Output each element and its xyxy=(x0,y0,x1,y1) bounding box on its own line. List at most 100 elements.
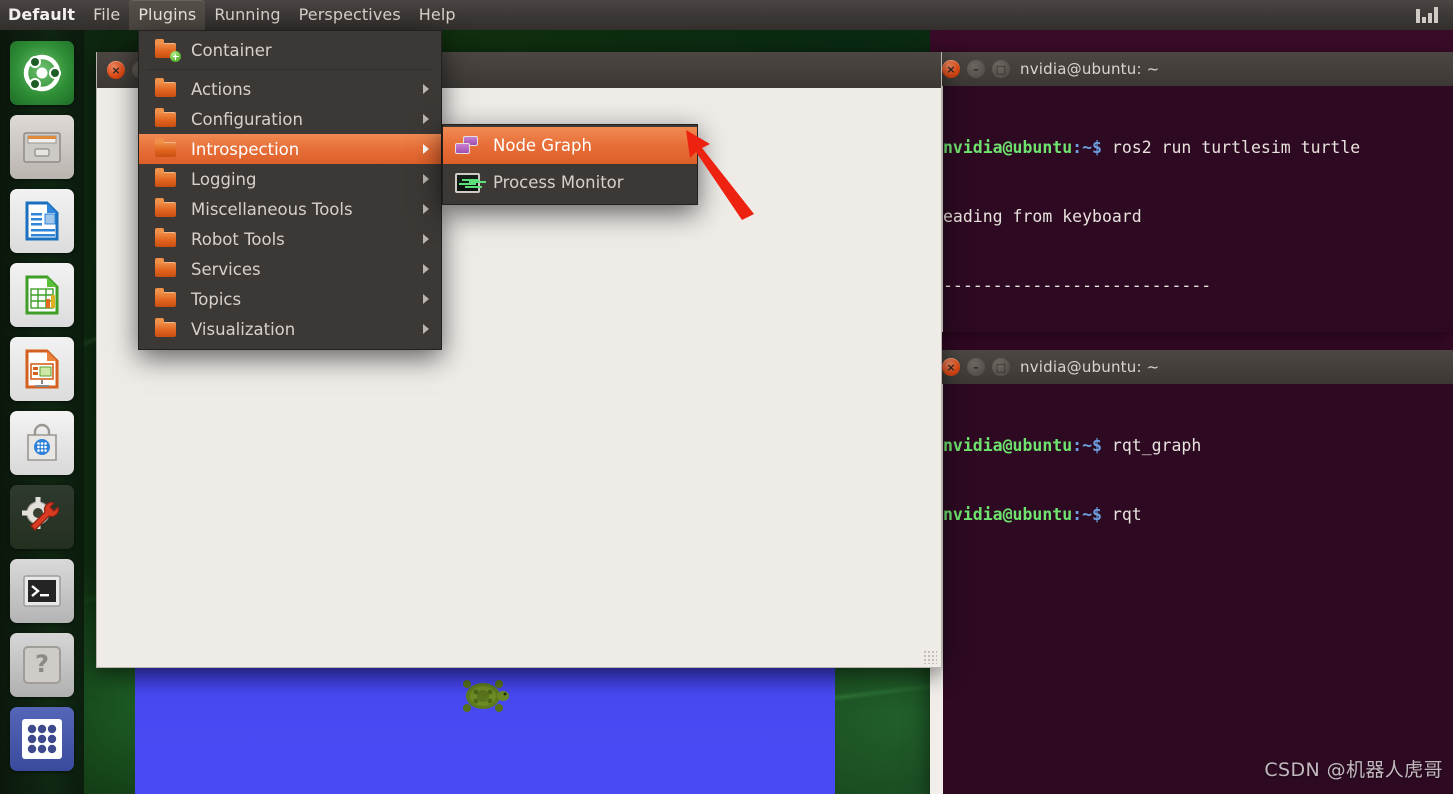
maximize-icon: □ xyxy=(995,62,1007,76)
menu-item-label: Introspection xyxy=(191,139,300,159)
terminal-window-2[interactable]: × – □ nvidia@ubuntu: ~ nvidia@ubuntu:~$ … xyxy=(930,350,1453,794)
menu-item-label: Robot Tools xyxy=(191,229,285,249)
grid-dots-icon xyxy=(22,719,62,759)
menu-help[interactable]: Help xyxy=(410,0,465,30)
menu-item-services[interactable]: Services xyxy=(139,254,441,284)
question-mark-icon: ? xyxy=(23,646,61,684)
chevron-right-icon xyxy=(423,114,429,124)
submenu-item-label: Node Graph xyxy=(493,136,592,155)
submenu-item-process-monitor[interactable]: Process Monitor xyxy=(443,164,697,201)
chevron-right-icon xyxy=(423,84,429,94)
folder-add-icon xyxy=(153,39,181,62)
menu-item-logging[interactable]: Logging xyxy=(139,164,441,194)
menu-file[interactable]: File xyxy=(84,0,129,30)
terminal-1-line-2: eading from keyboard xyxy=(943,207,1142,226)
terminal-2-close-button[interactable]: × xyxy=(942,358,960,376)
folder-icon xyxy=(153,258,179,279)
menu-item-label: Actions xyxy=(191,79,252,99)
process-monitor-icon xyxy=(455,172,481,193)
menu-item-label: Logging xyxy=(191,169,257,189)
top-menu-bar: Default File Plugins Running Perspective… xyxy=(0,0,1453,30)
close-icon: × xyxy=(946,62,956,76)
terminal-1-maximize-button[interactable]: □ xyxy=(992,60,1010,78)
rqt-close-button[interactable]: × xyxy=(107,61,125,79)
menu-item-label: Services xyxy=(191,259,261,279)
menu-item-label: Container xyxy=(191,40,272,60)
folder-icon xyxy=(153,78,179,99)
terminal-1-minimize-button[interactable]: – xyxy=(967,60,985,78)
menu-item-container[interactable]: Container xyxy=(139,35,441,65)
file-cabinet-icon xyxy=(23,132,61,163)
terminal-2-command-1: rqt_graph xyxy=(1111,436,1202,455)
signal-bars-icon[interactable] xyxy=(1407,3,1447,27)
terminal-2-prompt-user-2: nvidia@ubuntu xyxy=(943,505,1073,524)
launcher-item-ubuntu-software-home[interactable] xyxy=(10,41,74,105)
launcher-item-libreoffice-impress[interactable] xyxy=(10,337,74,401)
introspection-submenu: Node Graph Process Monitor xyxy=(442,124,698,205)
submenu-item-node-graph[interactable]: Node Graph xyxy=(443,127,697,164)
launcher-item-libreoffice-calc[interactable] xyxy=(10,263,74,327)
folder-icon xyxy=(153,138,179,159)
plugins-dropdown-menu: Container Actions Configuration Introspe… xyxy=(138,30,442,350)
folder-icon xyxy=(153,198,179,219)
menu-item-miscellaneous-tools[interactable]: Miscellaneous Tools xyxy=(139,194,441,224)
chevron-right-icon xyxy=(423,294,429,304)
terminal-1-close-button[interactable]: × xyxy=(942,60,960,78)
turtle-icon xyxy=(463,680,509,712)
svg-text:?: ? xyxy=(35,650,49,678)
launcher-item-software-center[interactable] xyxy=(10,411,74,475)
rqt-resize-grip[interactable] xyxy=(923,650,937,664)
terminal-2-maximize-button[interactable]: □ xyxy=(992,358,1010,376)
folder-icon xyxy=(153,108,179,129)
ubuntu-logo-icon xyxy=(23,54,61,92)
terminal-window-1[interactable]: × – □ nvidia@ubuntu: ~ nvidia@ubuntu:~$ … xyxy=(930,52,1453,332)
terminal-2-command-2: rqt xyxy=(1111,505,1142,524)
menu-item-introspection[interactable]: Introspection xyxy=(139,134,441,164)
terminal-2-titlebar[interactable]: × – □ nvidia@ubuntu: ~ xyxy=(930,350,1453,384)
menu-item-label: Configuration xyxy=(191,109,303,129)
terminal-2-minimize-button[interactable]: – xyxy=(967,358,985,376)
launcher-item-show-applications[interactable] xyxy=(10,707,74,771)
launcher-item-help[interactable]: ? xyxy=(10,633,74,697)
menu-item-label: Topics xyxy=(191,289,242,309)
launcher-item-files[interactable] xyxy=(10,115,74,179)
desktop-screen: × – □ nvidia@ubuntu: ~ nvidia@ubuntu:~$ … xyxy=(0,0,1453,794)
shopping-bag-icon xyxy=(27,423,57,461)
menu-item-label: Miscellaneous Tools xyxy=(191,199,353,219)
launcher-item-system-settings[interactable] xyxy=(10,485,74,549)
maximize-icon: □ xyxy=(995,360,1007,374)
terminal-1-prompt-user: nvidia@ubuntu xyxy=(943,138,1073,157)
node-graph-icon xyxy=(455,135,481,156)
terminal-1-title: nvidia@ubuntu: ~ xyxy=(1020,60,1160,78)
menu-item-topics[interactable]: Topics xyxy=(139,284,441,314)
minimize-icon: – xyxy=(973,360,979,374)
app-title: Default xyxy=(8,5,76,24)
terminal-1-titlebar[interactable]: × – □ nvidia@ubuntu: ~ xyxy=(930,52,1453,86)
chevron-right-icon xyxy=(423,234,429,244)
launcher-item-libreoffice-writer[interactable] xyxy=(10,189,74,253)
menu-item-visualization[interactable]: Visualization xyxy=(139,314,441,344)
menu-plugins[interactable]: Plugins xyxy=(129,0,206,30)
chevron-right-icon xyxy=(423,144,429,154)
watermark: CSDN @机器人虎哥 xyxy=(1264,759,1443,781)
chevron-right-icon xyxy=(423,324,429,334)
presentation-icon xyxy=(25,349,59,389)
terminal-2-prompt-path-2: :~$ xyxy=(1072,505,1112,524)
folder-icon xyxy=(153,318,179,339)
launcher-item-terminal[interactable] xyxy=(10,559,74,623)
menu-running[interactable]: Running xyxy=(205,0,289,30)
menu-separator xyxy=(147,69,433,70)
document-icon xyxy=(25,201,59,241)
turtlesim-window[interactable] xyxy=(135,668,835,794)
chevron-right-icon xyxy=(423,264,429,274)
terminal-1-output: nvidia@ubuntu:~$ ros2 run turtlesim turt… xyxy=(943,86,1453,332)
menu-perspectives[interactable]: Perspectives xyxy=(290,0,410,30)
chevron-right-icon xyxy=(423,174,429,184)
submenu-item-label: Process Monitor xyxy=(493,173,624,192)
terminal-2-prompt-path-1: :~$ xyxy=(1072,436,1112,455)
menu-item-actions[interactable]: Actions xyxy=(139,74,441,104)
menu-item-configuration[interactable]: Configuration xyxy=(139,104,441,134)
terminal-2-output: nvidia@ubuntu:~$ rqt_graph nvidia@ubuntu… xyxy=(943,384,1453,572)
menu-item-label: Visualization xyxy=(191,319,296,339)
menu-item-robot-tools[interactable]: Robot Tools xyxy=(139,224,441,254)
